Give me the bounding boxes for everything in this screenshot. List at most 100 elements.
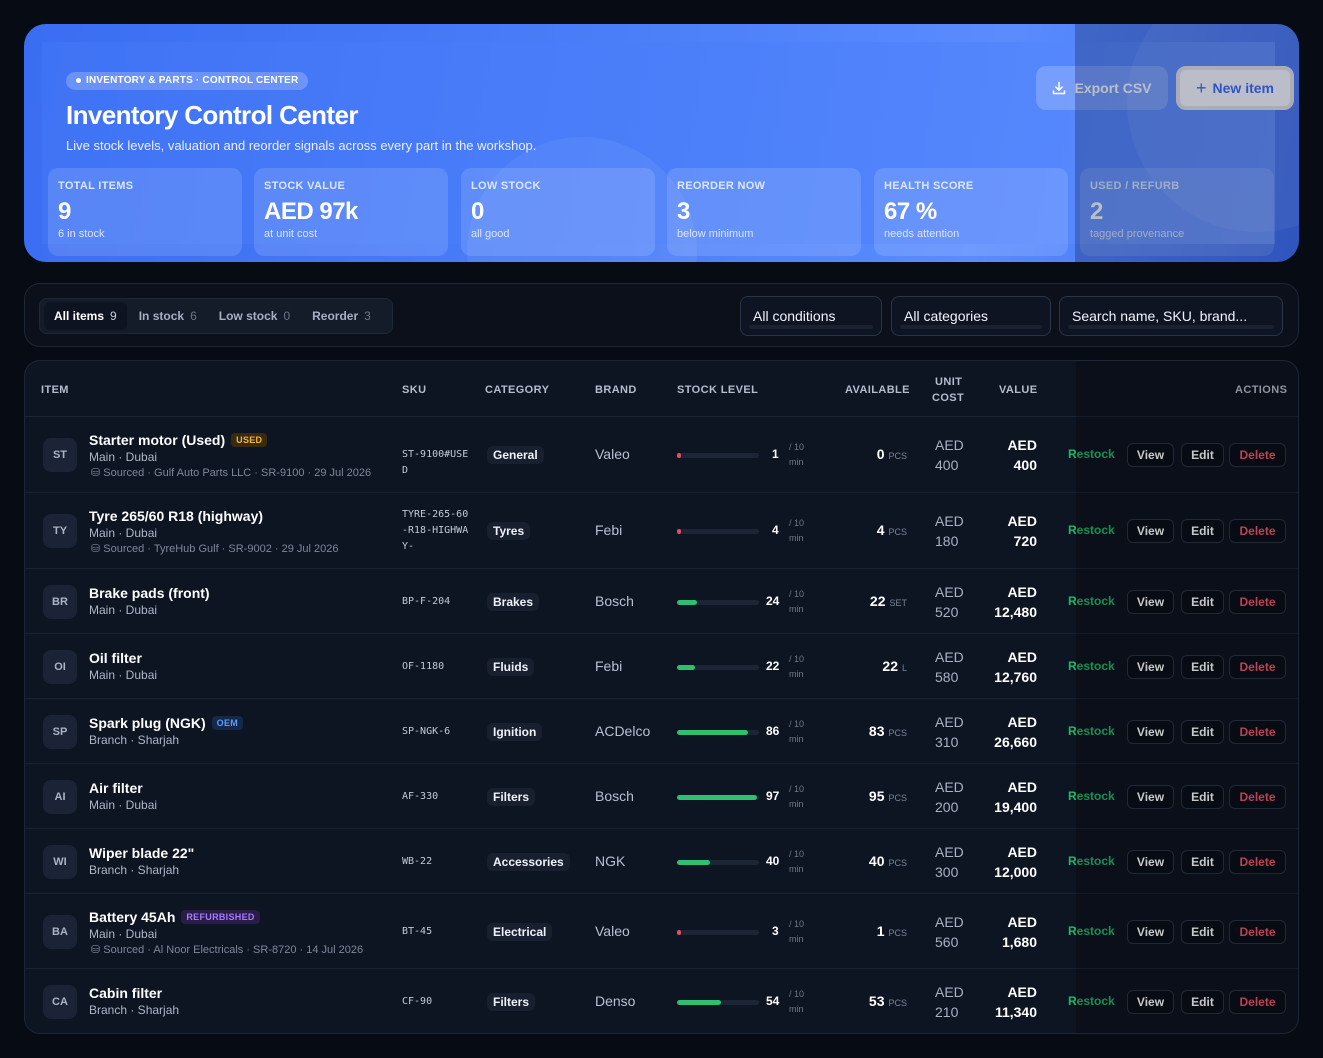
condition-select[interactable]: All conditions (740, 296, 882, 336)
unit-cost-currency: AED (935, 844, 964, 860)
item-brand: NGK (595, 853, 626, 869)
item-sku: WB-22 (402, 856, 433, 867)
stat-card-low-stock: LOW STOCK 0 all good (461, 168, 655, 256)
page-subtitle: Live stock levels, valuation and reorder… (66, 138, 537, 153)
header-sku[interactable]: SKU (402, 384, 426, 396)
item-location: Branch · Sharjah (89, 1003, 180, 1017)
item-name[interactable]: Air filter (89, 780, 143, 796)
item-name[interactable]: Brake pads (front) (89, 585, 210, 601)
stat-hint: all good (471, 228, 510, 240)
stock-min: / 10 (789, 989, 805, 999)
unit-cost-value: 200 (935, 799, 959, 815)
select-underline (900, 325, 1042, 329)
header-unit-cost-line2[interactable]: COST (932, 392, 964, 404)
item-name[interactable]: Starter motor (Used) USED (89, 432, 268, 448)
available-value: 40 (868, 853, 885, 869)
unit-cost-currency: AED (935, 984, 964, 1000)
item-avatar: BR (43, 585, 77, 619)
filter-bar: All items 9 In stock 6 Low stock 0 Reord… (24, 283, 1299, 347)
header-value[interactable]: VALUE (999, 384, 1037, 396)
item-name[interactable]: Battery 45Ah REFURBISHED (89, 909, 260, 925)
available-qty: 1 PCS (877, 923, 907, 939)
item-brand: ACDelco (595, 723, 651, 739)
stat-value: 0 (471, 198, 484, 225)
item-value: AED 720 (983, 511, 1037, 551)
item-value: AED 11,340 (983, 982, 1037, 1022)
unit-cost-currency: AED (935, 914, 964, 930)
category-chip: Brakes (487, 593, 540, 611)
item-value-amount: 12,760 (994, 669, 1037, 685)
category-chip: Tyres (487, 522, 531, 540)
tab-all-items[interactable]: All items 9 (44, 302, 127, 330)
available-value: 22 (869, 593, 886, 609)
item-name[interactable]: Spark plug (NGK) OEM (89, 715, 244, 731)
hero-banner: INVENTORY & PARTS · CONTROL CENTER Inven… (24, 24, 1299, 262)
item-name[interactable]: Oil filter (89, 650, 142, 666)
item-name[interactable]: Tyre 265/60 R18 (highway) (89, 508, 263, 524)
stock-min-label: min (789, 934, 804, 944)
item-avatar: BA (43, 915, 77, 949)
stock-level-fill (677, 795, 757, 800)
stock-min-label: min (789, 864, 804, 874)
unit-cost-currency: AED (935, 437, 964, 453)
unit-cost: AED 400 (935, 435, 964, 475)
receipt-icon: ⛁ (91, 944, 104, 956)
condition-select-value: All conditions (753, 308, 836, 324)
item-brand: Febi (595, 522, 623, 538)
item-avatar: AI (43, 780, 77, 814)
unit-cost-value: 300 (935, 864, 959, 880)
unit-cost-value: 580 (935, 669, 959, 685)
category-chip: Ignition (487, 723, 543, 741)
unit-cost-value: 400 (935, 457, 959, 473)
item-name-text: Battery 45Ah (89, 909, 176, 925)
item-brand: Denso (595, 993, 636, 1009)
item-value-currency: AED (1007, 649, 1037, 665)
stock-min: / 10 (789, 784, 805, 794)
stat-hint: at unit cost (264, 228, 318, 240)
select-underline (749, 325, 873, 329)
page-title: Inventory Control Center (66, 100, 358, 130)
stat-label: HEALTH SCORE (884, 180, 974, 192)
item-sku: ST-9100#USED (402, 449, 469, 476)
item-avatar: CA (43, 985, 77, 1019)
stock-qty: 4 (772, 523, 779, 537)
item-location: Branch · Sharjah (89, 733, 180, 747)
unit-cost-value: 210 (935, 1004, 959, 1020)
available-unit: PCS (888, 728, 907, 738)
item-sku: SP-NGK-6 (402, 726, 451, 737)
item-name-text: Air filter (89, 780, 143, 796)
stock-min: / 10 (789, 518, 805, 528)
select-underline (1068, 325, 1274, 329)
available-qty: 83 PCS (869, 723, 907, 739)
tab-in-stock[interactable]: In stock 6 (129, 302, 207, 330)
header-stock-level[interactable]: STOCK LEVEL (677, 384, 758, 396)
tab-count: 3 (364, 309, 371, 323)
item-source: ⛁ Sourced · Al Noor Electricals · SR-872… (91, 943, 363, 956)
item-avatar: ST (43, 438, 77, 472)
stock-level-fill (677, 860, 710, 865)
item-name-text: Oil filter (89, 650, 142, 666)
search-input[interactable]: Search name, SKU, brand... (1059, 296, 1283, 336)
stock-level-bar (677, 730, 759, 735)
item-value-currency: AED (1007, 584, 1037, 600)
tab-count: 6 (190, 309, 197, 323)
header-brand[interactable]: BRAND (595, 384, 637, 396)
item-sku: BP-F-204 (402, 596, 451, 607)
stock-level-bar (677, 860, 759, 865)
header-available[interactable]: AVAILABLE (845, 384, 910, 396)
item-avatar: OI (43, 650, 77, 684)
available-unit: PCS (888, 793, 907, 803)
category-select[interactable]: All categories (891, 296, 1051, 336)
available-qty: 22 SET (870, 593, 907, 609)
stock-qty: 24 (766, 594, 780, 608)
header-item[interactable]: ITEM (41, 384, 69, 396)
tab-low-stock[interactable]: Low stock 0 (209, 302, 300, 330)
available-unit: PCS (888, 451, 907, 461)
item-location: Main · Dubai (89, 927, 158, 941)
header-unit-cost-line1[interactable]: UNIT (935, 376, 962, 388)
tab-reorder[interactable]: Reorder 3 (302, 302, 381, 330)
unit-cost: AED 180 (935, 511, 964, 551)
header-category[interactable]: CATEGORY (485, 384, 549, 396)
item-name[interactable]: Wiper blade 22" (89, 845, 194, 861)
item-name[interactable]: Cabin filter (89, 985, 162, 1001)
